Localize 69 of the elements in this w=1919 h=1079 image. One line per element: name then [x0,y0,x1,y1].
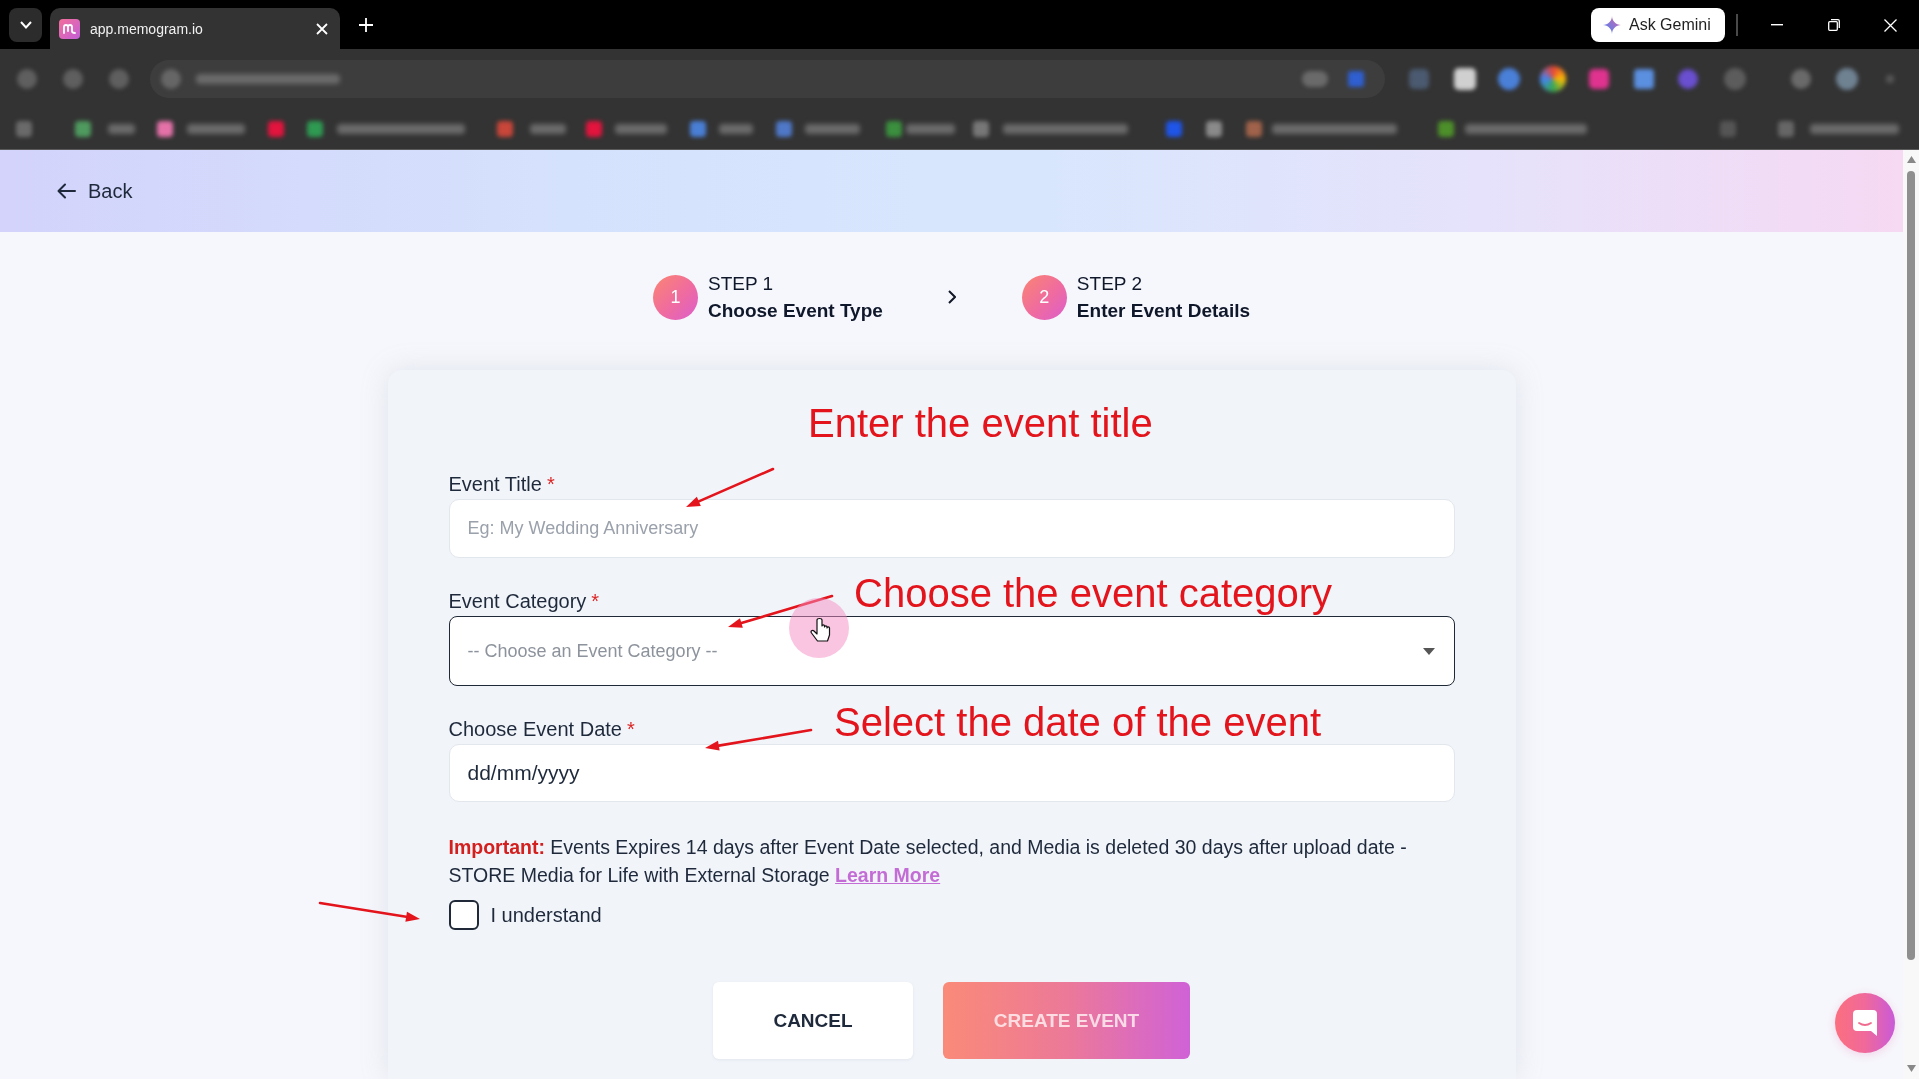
browser-tab[interactable]: app.memogram.io [50,8,340,49]
chat-button[interactable] [1835,993,1895,1053]
blurred-bookmark-icon[interactable] [776,120,792,137]
close-icon[interactable] [316,22,328,35]
scrollbar-thumb[interactable] [1907,171,1915,960]
blurred-bookmark-icon[interactable] [157,120,173,137]
blurred-bookmark-icon[interactable] [1206,120,1222,137]
blurred-bookmark-icon[interactable] [268,120,284,137]
restore-icon [1827,19,1840,31]
blurred-bookmark-icon[interactable] [75,120,91,137]
field-label: Event Title * [448,472,555,497]
blurred-toolbar-icon[interactable] [1454,67,1476,90]
blurred-bookmark-label [187,123,245,134]
blurred-bookmark-icon[interactable] [1720,120,1736,137]
chevron-down-icon [19,21,32,29]
annotation-text: Select the date of the event [834,702,1321,742]
sparkle-icon [1603,16,1621,34]
arrow-left-icon [57,183,76,199]
annotation-text: Choose the event category [854,573,1333,613]
important-notice: Important: Events Expires 14 days after Event Date selected, and Media is deleted 30 days after upload date - STORE Media for Life with External Storage Learn More [448,835,1408,888]
blurred-search-icon [161,68,181,89]
blurred-bookmark-icon[interactable] [1166,120,1182,137]
blurred-bookmark-icon[interactable] [16,120,32,137]
scroll-down-icon[interactable] [1906,1065,1916,1072]
blurred-bookmark-icon[interactable] [497,120,513,137]
field-label: Event Category * [448,589,600,614]
blurred-toolbar-icon[interactable] [1634,68,1654,89]
blurred-bookmark-label [805,123,860,134]
back-link[interactable]: Back [57,179,133,203]
blurred-toolbar-icon[interactable] [1498,67,1520,90]
blurred-bookmark-icon[interactable] [690,120,706,137]
chevron-right-icon [947,290,956,304]
step-title: Choose Event Type [707,299,883,323]
blurred-bookmark-label [530,123,566,134]
cancel-button[interactable]: CANCEL [713,982,913,1059]
favicon-icon [59,18,80,39]
blurred-bookmark-icon[interactable] [973,120,989,137]
chat-icon [1853,1010,1877,1036]
date-input[interactable]: dd/mm/yyyy [448,744,1455,802]
scroll-up-icon[interactable] [1906,156,1916,163]
field-label: Choose Event Date * [448,717,635,742]
hand-cursor-icon [789,598,849,658]
tab-list-button[interactable] [9,8,42,42]
step-label: STEP 2 [1076,272,1143,296]
blurred-bookmark-label [615,123,667,134]
blurred-bookmark-label [719,123,753,134]
close-icon [1884,18,1897,32]
plus-icon[interactable] [359,18,373,32]
blurred-toolbar-icon[interactable] [1540,65,1566,92]
step-number: 1 [652,274,698,320]
blurred-bookmark-icon[interactable] [886,120,902,137]
blurred-bookmark-label [108,123,135,134]
blurred-bookmark-label [906,123,955,134]
blurred-bookmark-icon[interactable] [1246,120,1262,137]
blurred-bookmark-icon[interactable] [1438,120,1454,137]
checkbox[interactable] [448,900,479,930]
checkbox-label: I understand [490,903,602,927]
step-title: Enter Event Details [1076,299,1251,323]
caret-down-icon [1422,647,1435,655]
blurred-toolbar-icon[interactable] [1836,67,1858,90]
minimize-icon [1770,24,1783,26]
annotation-text: Enter the event title [808,403,1153,443]
blurred-bookmark-icon[interactable] [307,120,323,137]
step-label: STEP 1 [707,272,775,296]
blurred-bookmark-icon[interactable] [586,120,602,137]
blurred-bookmark-icon[interactable] [1778,120,1794,137]
step-number: 2 [1021,274,1067,320]
text-input[interactable]: Eg: My Wedding Anniversary [448,499,1455,558]
ask-gemini-button[interactable]: Ask Gemini [1591,8,1725,42]
